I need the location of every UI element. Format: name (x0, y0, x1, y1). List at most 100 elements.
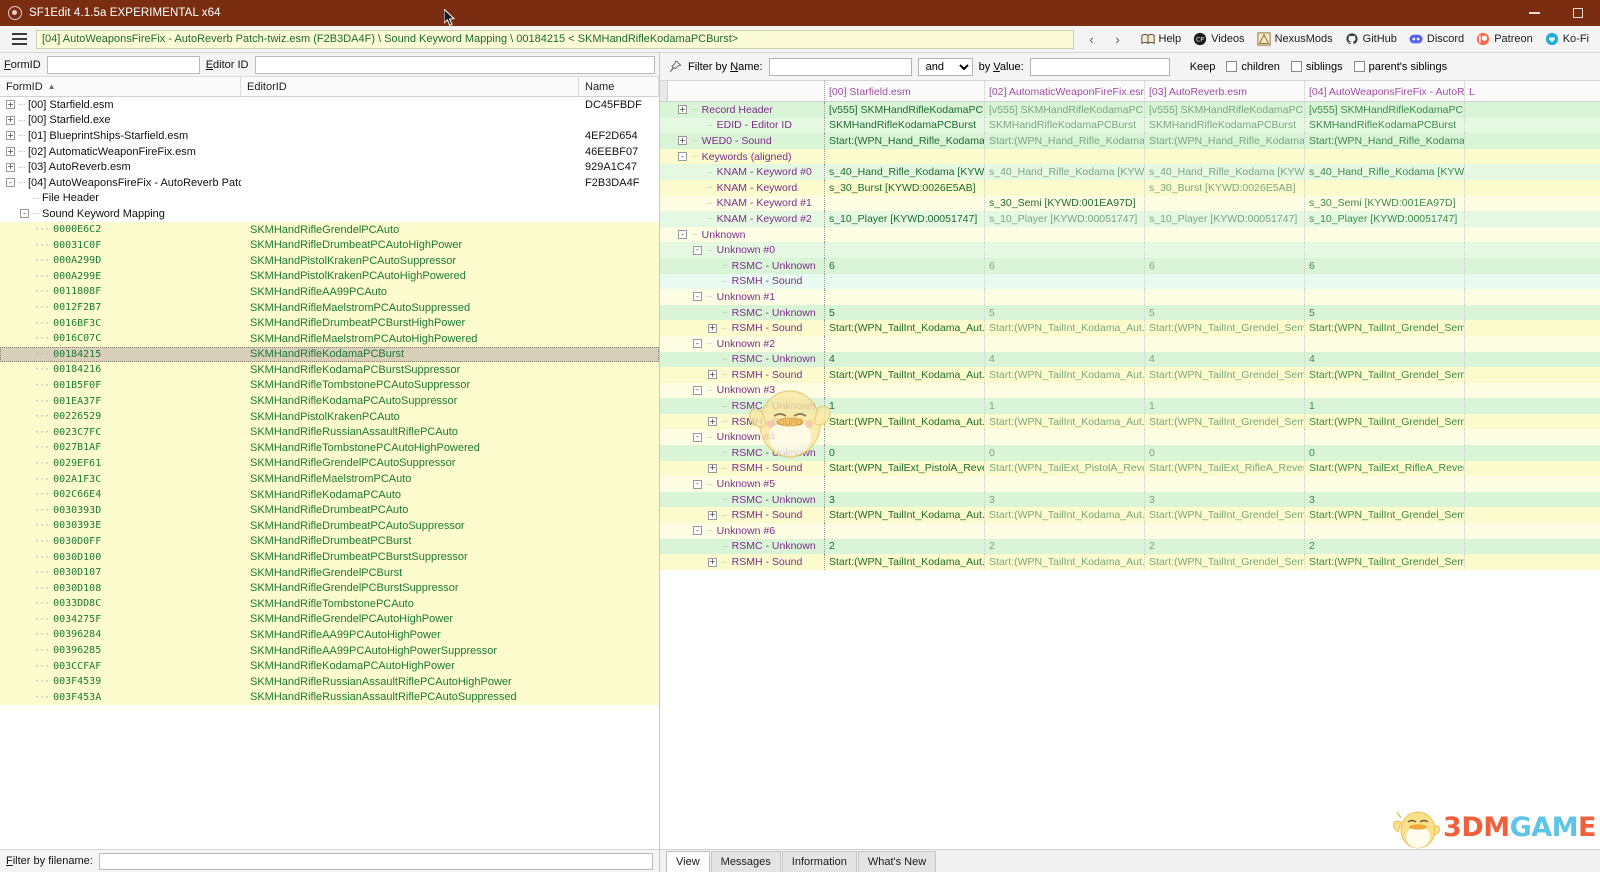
grid-cell[interactable] (1305, 429, 1465, 446)
grid-cell[interactable] (985, 273, 1145, 290)
grid-cell[interactable] (1465, 476, 1600, 492)
grid-cell[interactable] (1145, 289, 1305, 305)
grid-row[interactable]: - ·· Unknown #5 (660, 476, 1600, 492)
tree-row-record[interactable]: ··· 0027B1AF SKMHandRifleTombstonePCAutoHi… (0, 440, 659, 456)
maximize-button[interactable] (1556, 0, 1600, 26)
grid-cell[interactable]: 2 (1305, 538, 1465, 555)
grid-cell[interactable]: Start:(WPN_TailInt_Grendel_Semi... (1305, 320, 1465, 336)
tree-row-plugin[interactable]: - ··· [04] AutoWeaponsFireFix - AutoReverb… (0, 175, 659, 191)
tree-row-record[interactable]: ··· 003CCFAF SKMHandRifleKodamaPCAutoHighP… (0, 658, 659, 674)
grid-cell[interactable]: Start:(WPN_Hand_Rifle_Kodama... (1145, 133, 1305, 149)
grid-cell[interactable] (1465, 383, 1600, 399)
grid-row[interactable]: ·· RSMC - Unknown 4 4 4 4 (660, 351, 1600, 368)
grid-cell[interactable] (1305, 242, 1465, 258)
grid-cell[interactable]: 1 (1305, 398, 1465, 414)
grid-cell[interactable]: s_40_Hand_Rifle_Kodama [KYWD... (1145, 164, 1305, 180)
grid-cell[interactable]: Start:(WPN_Hand_Rifle_Kodama... (1305, 133, 1465, 149)
grid-cell[interactable] (1465, 242, 1600, 258)
grid-cell[interactable]: Start:(WPN_TailInt_Grendel_Semi... (1145, 507, 1305, 524)
grid-cell[interactable] (825, 195, 985, 212)
grid-cell[interactable]: [v555] SKMHandRifleKodamaPC... (825, 102, 985, 118)
tree-row-record[interactable]: ··· 00184216 SKMHandRifleKodamaPCBurstSupp… (0, 362, 659, 378)
grid-cell[interactable]: Start:(WPN_TailInt_Grendel_Semi... (1305, 554, 1465, 570)
grid-cell[interactable]: Start:(WPN_TailInt_Kodama_Aut... (825, 320, 985, 336)
tree-row-record[interactable]: ··· 00396285 SKMHandRifleAA99PCAutoHighPow… (0, 642, 659, 659)
grid-cell[interactable] (985, 335, 1145, 352)
grid-cell[interactable]: 0 (1145, 445, 1305, 461)
grid-cell[interactable] (1465, 492, 1600, 508)
tree-row-record[interactable]: ··· 000A299D SKMHandPistolKrakenPCAutoSupp… (0, 252, 659, 269)
grid-cell[interactable]: 4 (1305, 351, 1465, 368)
grid-cell[interactable]: s_30_Burst [KYWD:0026E5AB] (825, 179, 985, 196)
grid-cell[interactable]: 4 (825, 351, 985, 368)
expand-icon[interactable]: + (708, 510, 717, 520)
back-button[interactable]: ‹ (1080, 28, 1104, 50)
grid-cell[interactable] (1465, 320, 1600, 336)
grid-cell[interactable] (1465, 507, 1600, 523)
tree-row-record[interactable]: ··· 0030D100 SKMHandRifleDrumbeatPCBurstSu… (0, 549, 659, 565)
grid-row[interactable]: + ·· RSMH - Sound Start:(WPN_TailInt_Kodama… (660, 367, 1600, 383)
grid-row[interactable]: + ·· RSMH - Sound Start:(WPN_TailInt_Kodama… (660, 413, 1600, 430)
keep-children-checkbox[interactable]: children (1226, 61, 1280, 73)
grid-cell[interactable]: Start:(WPN_TailInt_Grendel_Semi... (1145, 320, 1305, 336)
grid-cell[interactable]: Start:(WPN_Hand_Rifle_Kodama... (825, 133, 985, 149)
grid-row[interactable]: - ·· Unknown #2 (660, 335, 1600, 352)
grid-cell[interactable] (1465, 133, 1600, 149)
grid-cell[interactable] (985, 382, 1145, 399)
tree-row-plugin[interactable]: + ··· [02] AutomaticWeaponFireFix.esm 46EEB… (0, 144, 659, 160)
grid-cell[interactable] (825, 382, 985, 399)
tree-row-record[interactable]: ··· 001EA37F SKMHandRifleKodamaPCAutoSuppr… (0, 393, 659, 409)
grid-cell[interactable] (985, 523, 1145, 539)
grid-cell[interactable] (1465, 118, 1600, 134)
expand-icon[interactable]: + (678, 105, 687, 115)
grid-cell[interactable]: Start:(WPN_TailExt_PistolA_Rever... (985, 460, 1145, 477)
tree-row-record[interactable]: ··· 000A299E SKMHandPistolKrakenPCAutoHigh… (0, 268, 659, 285)
pin-icon[interactable] (668, 60, 682, 74)
keep-siblings-checkbox[interactable]: siblings (1290, 61, 1343, 73)
grid-row[interactable]: ·· RSMC - Unknown 0 0 0 0 (660, 445, 1600, 461)
grid-cell[interactable] (1465, 429, 1600, 445)
grid-cell[interactable] (1465, 289, 1600, 305)
grid-cell[interactable] (1465, 149, 1600, 165)
grid-cell[interactable] (1305, 382, 1465, 399)
grid-cell[interactable] (985, 226, 1145, 243)
collapse-icon[interactable]: - (693, 385, 702, 395)
collapse-icon[interactable]: - (693, 339, 702, 349)
grid-cell[interactable]: Start:(WPN_TailInt_Kodama_Aut... (825, 413, 985, 430)
grid-row[interactable]: - ·· Unknown #6 (660, 523, 1600, 539)
grid-cell[interactable] (1145, 148, 1305, 165)
column-header-name[interactable]: Name (579, 76, 659, 97)
grid-cell[interactable] (1145, 476, 1305, 492)
grid-cell[interactable]: [v555] SKMHandRifleKodamaPC... (985, 102, 1145, 118)
grid-cell[interactable]: Start:(WPN_TailInt_Grendel_Semi... (1145, 413, 1305, 430)
grid-cell[interactable]: Start:(WPN_TailInt_Grendel_Semi... (1305, 413, 1465, 430)
breadcrumb[interactable]: [04] AutoWeaponsFireFix - AutoReverb Pat… (36, 29, 1074, 49)
tree-row-record[interactable]: ··· 0012F2B7 SKMHandRifleMaelstromPCAutoSu… (0, 299, 659, 316)
grid-cell[interactable] (1465, 258, 1600, 274)
tree-row-plugin[interactable]: + ··· [01] BlueprintShips-Starfield.esm 4EF… (0, 128, 659, 144)
grid-cell[interactable]: Start:(WPN_TailInt_Kodama_Aut... (985, 554, 1145, 570)
expand-icon[interactable]: + (6, 147, 15, 157)
forward-button[interactable]: › (1106, 28, 1130, 50)
grid-cell[interactable]: s_30_Burst [KYWD:0026E5AB] (1145, 179, 1305, 196)
filter-value-input[interactable] (1029, 57, 1170, 76)
grid-cell[interactable] (1145, 195, 1305, 212)
grid-cell[interactable]: 6 (825, 257, 985, 274)
grid-cell[interactable] (985, 242, 1145, 258)
tree-row-record[interactable]: ··· 0030393E SKMHandRifleDrumbeatPCAutoSup… (0, 518, 659, 534)
kofi-link[interactable]: Ko-Fi (1540, 30, 1594, 48)
grid-cell[interactable]: Start:(WPN_TailInt_Kodama_Aut... (825, 554, 985, 570)
grid-cell[interactable] (985, 148, 1145, 165)
grid-row[interactable]: - ·· Unknown #4 (660, 429, 1600, 446)
grid-row[interactable]: + ·· Record Header [v555] SKMHandRifleKodam… (660, 102, 1600, 118)
grid-cell[interactable] (1145, 226, 1305, 243)
grid-cell[interactable]: s_10_Player [KYWD:00051747] (1145, 211, 1305, 227)
grid-cell[interactable]: SKMHandRifleKodamaPCBurst (1145, 117, 1305, 134)
grid-cell[interactable]: s_10_Player [KYWD:00051747] (985, 211, 1145, 227)
filename-filter-input[interactable] (98, 852, 653, 870)
grid-cell[interactable] (1465, 539, 1600, 555)
tree-row-record[interactable]: ··· 002A1F3C SKMHandRifleMaelstromPCAuto (0, 471, 659, 487)
grid-cell[interactable]: 5 (1305, 304, 1465, 321)
grid-cell[interactable]: 3 (1145, 491, 1305, 508)
grid-row[interactable]: - ·· Unknown (660, 226, 1600, 243)
